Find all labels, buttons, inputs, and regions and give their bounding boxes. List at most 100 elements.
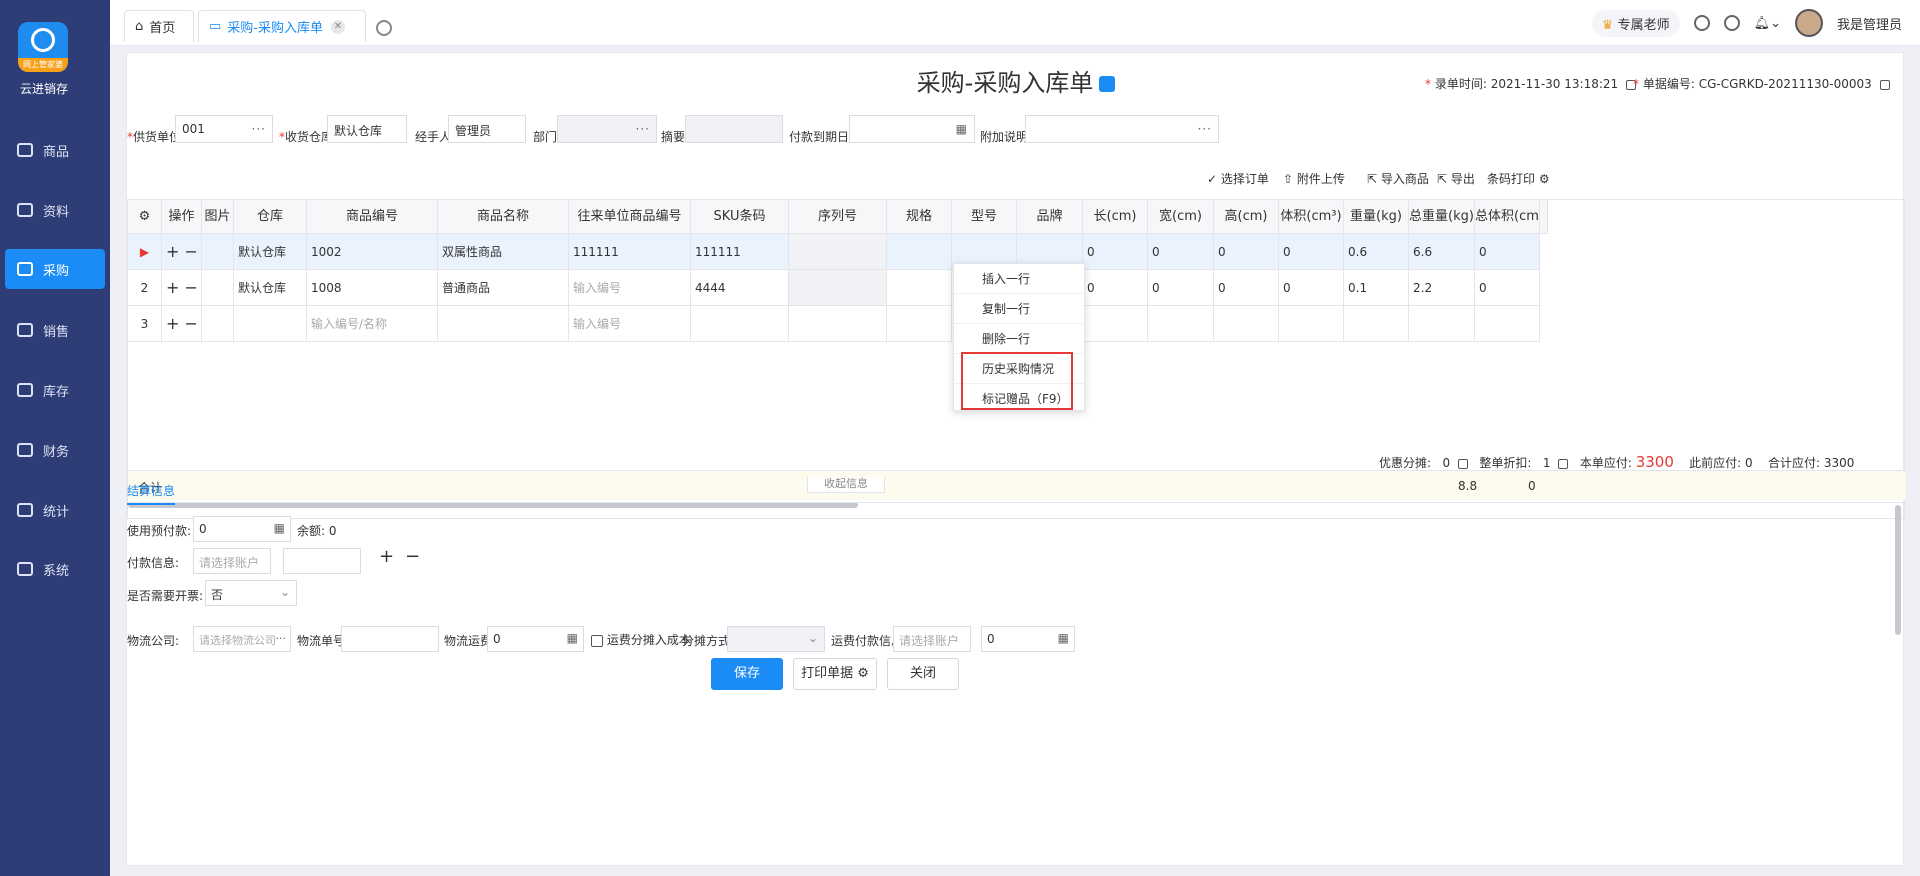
prepay-input[interactable]: 0 ▦ bbox=[193, 516, 291, 542]
save-button[interactable]: 保存 bbox=[711, 658, 783, 690]
row-volume[interactable]: 0 bbox=[1279, 234, 1344, 270]
header-serial[interactable]: 序列号 bbox=[789, 200, 887, 234]
export-button[interactable]: ⇱ 导出 bbox=[1437, 170, 1475, 187]
menu-insert-row[interactable]: 插入一行 bbox=[954, 264, 1084, 294]
tracking-input[interactable] bbox=[341, 626, 439, 652]
cloud-download-icon[interactable] bbox=[1693, 15, 1710, 31]
edit-icon[interactable] bbox=[1457, 458, 1468, 469]
row-serial[interactable] bbox=[789, 234, 887, 270]
row-image[interactable] bbox=[202, 270, 234, 306]
header-partner-code[interactable]: 往来单位商品编号 bbox=[569, 200, 691, 234]
more-icon: ··· bbox=[251, 122, 266, 136]
row-sku[interactable]: 4444 bbox=[691, 270, 789, 306]
teacher-badge[interactable]: ♛ 专属老师 bbox=[1591, 9, 1680, 37]
tab-home[interactable]: ⌂ 首页 bbox=[124, 10, 194, 42]
sidebar-item-sales[interactable]: 销售 bbox=[5, 310, 105, 350]
logistics-label: 物流公司: bbox=[127, 634, 180, 648]
row-length[interactable]: 0 bbox=[1083, 270, 1148, 306]
row-width[interactable]: 0 bbox=[1148, 234, 1214, 270]
barcode-print-button[interactable]: 条码打印 ⚙ bbox=[1487, 170, 1550, 187]
handler-input[interactable]: 管理员 bbox=[448, 115, 526, 143]
row-image[interactable] bbox=[202, 306, 234, 342]
gear-icon[interactable]: ⚙ bbox=[857, 666, 869, 681]
bell-icon[interactable]: 🔔︎⌄ bbox=[1754, 16, 1781, 31]
row-sku[interactable] bbox=[691, 306, 789, 342]
logistics-select[interactable]: 请选择物流公司 ··· bbox=[193, 626, 291, 652]
close-icon[interactable]: ✕ bbox=[331, 19, 345, 34]
row-add-remove[interactable]: + − bbox=[162, 234, 202, 270]
freight-input[interactable]: 0 ▦ bbox=[487, 626, 584, 652]
header-volume: 体积(cm³) bbox=[1279, 200, 1344, 234]
row-add-remove[interactable]: + − bbox=[162, 270, 202, 306]
warehouse-select[interactable]: 默认仓库 bbox=[327, 115, 407, 143]
summary-input[interactable] bbox=[685, 115, 783, 143]
row-weight[interactable]: 0.1 bbox=[1344, 270, 1409, 306]
supplier-input[interactable]: 001 ··· bbox=[175, 115, 273, 143]
tab-purchase-inbound[interactable]: ▭ 采购-采购入库单 ✕ bbox=[198, 10, 366, 42]
vertical-scrollbar[interactable] bbox=[1895, 505, 1901, 635]
row-product-code[interactable]: 1008 bbox=[307, 270, 438, 306]
sidebar-item-stats[interactable]: 统计 bbox=[5, 490, 105, 530]
row-product-code[interactable]: 1002 bbox=[307, 234, 438, 270]
header-spec: 规格 bbox=[887, 200, 952, 234]
row-serial[interactable] bbox=[789, 306, 887, 342]
note-input[interactable]: ··· bbox=[1025, 115, 1219, 143]
row-height[interactable]: 0 bbox=[1214, 270, 1279, 306]
menu-delete-row[interactable]: 删除一行 bbox=[954, 324, 1084, 354]
sidebar-item-inventory[interactable]: 库存 bbox=[5, 370, 105, 410]
row-warehouse[interactable]: 默认仓库 bbox=[234, 234, 307, 270]
freight-pay-input[interactable]: 0 ▦ bbox=[981, 626, 1075, 652]
more-icon: ··· bbox=[275, 632, 287, 645]
row-volume[interactable]: 0 bbox=[1279, 270, 1344, 306]
avatar[interactable] bbox=[1794, 9, 1823, 37]
row-sku[interactable]: 111111 bbox=[691, 234, 789, 270]
row-image[interactable] bbox=[202, 234, 234, 270]
sidebar-item-finance[interactable]: 财务 bbox=[5, 430, 105, 470]
header-model: 型号 bbox=[952, 200, 1017, 234]
row-weight[interactable]: 0.6 bbox=[1344, 234, 1409, 270]
row-length[interactable]: 0 bbox=[1083, 234, 1148, 270]
row-partner-code[interactable]: 输入编号 bbox=[569, 306, 691, 342]
header-sku[interactable]: SKU条码 bbox=[691, 200, 789, 234]
row-warehouse[interactable] bbox=[234, 306, 307, 342]
sidebar-item-data[interactable]: 资料 bbox=[5, 190, 105, 230]
header-height: 高(cm) bbox=[1214, 200, 1279, 234]
row-add-remove[interactable]: + − bbox=[162, 306, 202, 342]
sidebar-item-system[interactable]: 系统 bbox=[5, 549, 105, 589]
row-total-weight: 6.6 bbox=[1409, 234, 1475, 270]
print-button[interactable]: 打印单据 ⚙ bbox=[793, 658, 877, 690]
row-width[interactable]: 0 bbox=[1148, 270, 1214, 306]
dept-input[interactable]: ··· bbox=[557, 115, 657, 143]
close-button[interactable]: 关闭 bbox=[887, 658, 959, 690]
split-method-select[interactable]: ⌄ bbox=[727, 626, 825, 652]
edit-icon[interactable] bbox=[1879, 79, 1890, 90]
gear-icon[interactable] bbox=[376, 20, 392, 36]
freight-account-select[interactable]: 请选择账户 bbox=[893, 626, 971, 652]
account-select[interactable]: 请选择账户 bbox=[193, 548, 271, 574]
row-product-code[interactable]: 输入编号/名称 bbox=[307, 306, 438, 342]
upload-button[interactable]: ⇧ 附件上传 bbox=[1283, 170, 1345, 187]
search-icon[interactable] bbox=[1723, 15, 1740, 31]
menu-copy-row[interactable]: 复制一行 bbox=[954, 294, 1084, 324]
invoice-select[interactable]: 否 ⌄ bbox=[205, 580, 297, 606]
due-date-input[interactable]: ▦ bbox=[849, 115, 975, 143]
row-partner-code[interactable]: 输入编号 bbox=[569, 270, 691, 306]
sidebar-item-purchase[interactable]: 采购 bbox=[5, 249, 105, 289]
import-button[interactable]: ⇱ 导入商品 bbox=[1367, 170, 1429, 187]
row-partner-code[interactable]: 111111 bbox=[569, 234, 691, 270]
sidebar-item-goods[interactable]: 商品 bbox=[5, 130, 105, 170]
column-settings-icon[interactable]: ⚙ bbox=[128, 200, 162, 234]
row-height[interactable]: 0 bbox=[1214, 234, 1279, 270]
settings-icon[interactable] bbox=[1099, 76, 1116, 92]
remove-payment-icon[interactable]: − bbox=[405, 546, 420, 567]
add-payment-icon[interactable]: + bbox=[379, 546, 394, 567]
header-product-code[interactable]: 商品编号 bbox=[307, 200, 438, 234]
username[interactable]: 我是管理员 bbox=[1837, 14, 1902, 33]
select-order-button[interactable]: ✓ 选择订单 bbox=[1207, 170, 1269, 187]
row-serial[interactable] bbox=[789, 270, 887, 306]
freight-cost-checkbox[interactable]: 运费分摊入成本 bbox=[591, 631, 691, 648]
collapse-toggle[interactable]: 收起信息 bbox=[807, 477, 885, 493]
row-warehouse[interactable]: 默认仓库 bbox=[234, 270, 307, 306]
pay-amount-input[interactable] bbox=[283, 548, 361, 574]
edit-icon[interactable] bbox=[1558, 458, 1569, 469]
